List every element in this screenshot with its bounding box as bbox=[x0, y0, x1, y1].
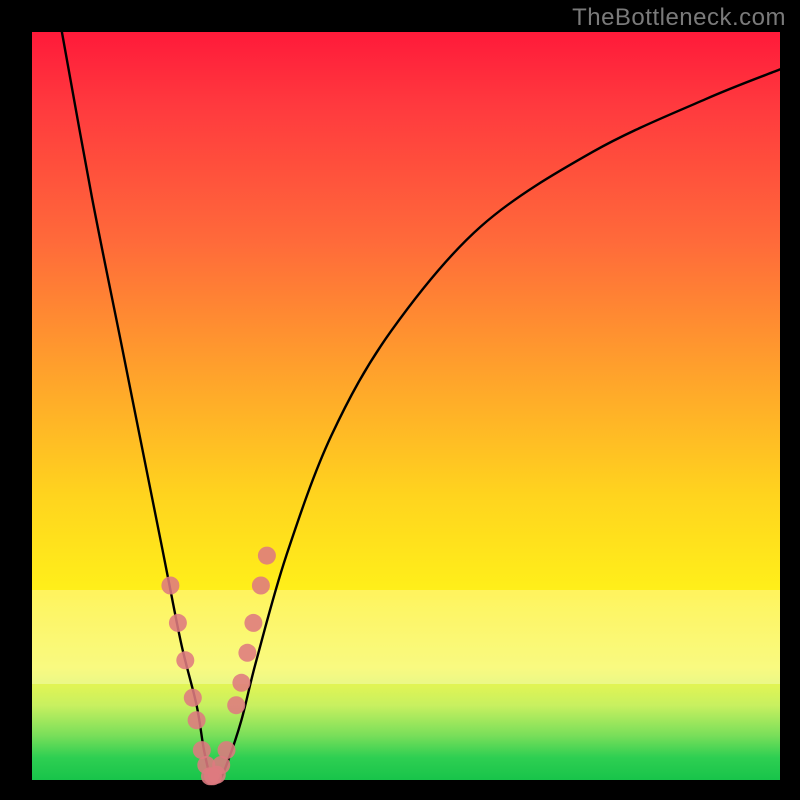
marker-cluster bbox=[161, 547, 276, 786]
plot-area bbox=[32, 32, 780, 780]
marker-dot bbox=[227, 696, 245, 714]
marker-dot bbox=[232, 674, 250, 692]
marker-dot bbox=[184, 689, 202, 707]
marker-dot bbox=[252, 577, 270, 595]
chart-frame: TheBottleneck.com bbox=[0, 0, 800, 800]
marker-dot bbox=[238, 644, 256, 662]
marker-dot bbox=[188, 711, 206, 729]
marker-dot bbox=[176, 651, 194, 669]
marker-dot bbox=[244, 614, 262, 632]
curve-layer bbox=[32, 32, 780, 780]
watermark-text: TheBottleneck.com bbox=[572, 4, 786, 32]
marker-dot bbox=[258, 547, 276, 565]
marker-dot bbox=[218, 741, 236, 759]
marker-dot bbox=[161, 577, 179, 595]
bottleneck-curve bbox=[62, 32, 780, 783]
marker-dot bbox=[169, 614, 187, 632]
